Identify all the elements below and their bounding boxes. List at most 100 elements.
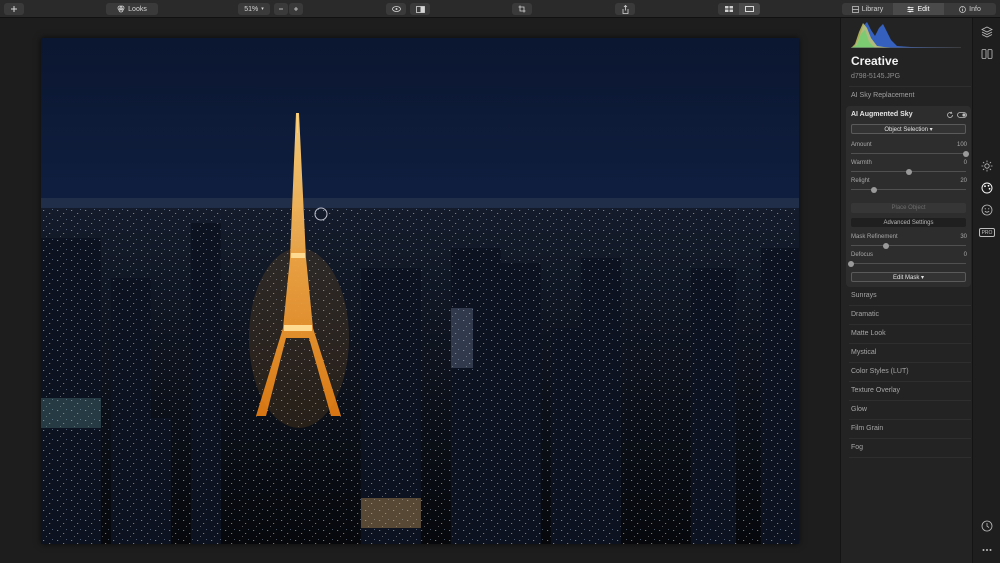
divider bbox=[849, 86, 971, 87]
pro-badge[interactable]: PRO bbox=[979, 228, 995, 237]
amount-slider[interactable] bbox=[851, 150, 969, 157]
tool-sunrays[interactable]: Sunrays bbox=[851, 292, 877, 299]
tab-library[interactable]: Library bbox=[842, 3, 893, 15]
edit-panel: Creative d798-5145.JPG AI Sky Replacemen… bbox=[840, 18, 972, 563]
relight-slider[interactable] bbox=[851, 186, 966, 193]
zoom-dropdown[interactable]: 51% ▾ bbox=[238, 3, 270, 15]
tool-mystical[interactable]: Mystical bbox=[851, 349, 876, 356]
panel-title: Creative bbox=[851, 54, 899, 68]
crop-button[interactable] bbox=[512, 3, 532, 15]
image-canvas[interactable] bbox=[0, 18, 840, 563]
divider bbox=[849, 419, 971, 420]
tool-color-styles-lut[interactable]: Color Styles (LUT) bbox=[851, 368, 909, 375]
pro-label: PRO bbox=[981, 229, 993, 236]
tab-info[interactable]: Info bbox=[944, 3, 996, 15]
object-selection-dropdown[interactable]: Object Selection ▾ bbox=[851, 124, 966, 134]
sliders-icon bbox=[907, 6, 914, 12]
plus-icon bbox=[294, 7, 298, 11]
divider bbox=[849, 457, 971, 458]
palette-icon[interactable] bbox=[981, 182, 993, 194]
tokyo-night-photo bbox=[41, 38, 799, 544]
single-view-button[interactable] bbox=[739, 3, 760, 15]
category-rail: PRO bbox=[972, 18, 1000, 563]
divider bbox=[849, 305, 971, 306]
library-icon bbox=[851, 5, 859, 13]
tool-ai-sky-replacement[interactable]: AI Sky Replacement bbox=[851, 92, 914, 99]
mask-refinement-label: Mask Refinement bbox=[851, 234, 898, 240]
looks-button[interactable]: Looks bbox=[106, 3, 158, 15]
warmth-slider-knob[interactable] bbox=[905, 168, 912, 175]
defocus-label: Defocus bbox=[851, 252, 874, 258]
share-icon bbox=[622, 4, 628, 14]
place-object-button[interactable]: Place Object bbox=[851, 203, 966, 213]
divider bbox=[849, 324, 971, 325]
amount-slider-knob[interactable] bbox=[963, 150, 969, 157]
more-icon[interactable] bbox=[981, 544, 993, 556]
relight-slider-knob[interactable] bbox=[871, 186, 877, 193]
crop-icon bbox=[518, 5, 526, 13]
info-icon bbox=[959, 5, 967, 13]
tool-film-grain[interactable]: Film Grain bbox=[851, 425, 883, 432]
compare-icon[interactable] bbox=[981, 48, 993, 60]
divider bbox=[849, 438, 971, 439]
mask-refinement-slider[interactable] bbox=[851, 242, 966, 249]
defocus-slider-knob[interactable] bbox=[848, 260, 854, 267]
photo-preview[interactable] bbox=[41, 38, 799, 544]
sun-icon[interactable] bbox=[981, 160, 993, 172]
warmth-label: Warmth bbox=[851, 160, 872, 166]
divider bbox=[849, 362, 971, 363]
grid-icon bbox=[724, 6, 733, 12]
relight-value: 20 bbox=[960, 178, 967, 184]
visibility-toggle-icon[interactable] bbox=[957, 111, 967, 119]
zoom-value: 51% bbox=[244, 5, 259, 13]
mask-refinement-value: 30 bbox=[960, 234, 967, 240]
module-tabs: Library Edit Info bbox=[842, 3, 996, 15]
tool-texture-overlay[interactable]: Texture Overlay bbox=[851, 387, 900, 394]
single-image-icon bbox=[745, 6, 754, 12]
history-icon[interactable] bbox=[981, 520, 993, 532]
tab-library-label: Library bbox=[861, 5, 884, 13]
chevron-down-icon: ▾ bbox=[261, 6, 264, 12]
zoom-in-button[interactable] bbox=[289, 3, 303, 15]
split-compare-icon bbox=[415, 5, 425, 13]
tab-edit[interactable]: Edit bbox=[893, 3, 944, 15]
tool-card-title[interactable]: AI Augmented Sky bbox=[851, 111, 913, 118]
edit-mask-dropdown[interactable]: Edit Mask ▾ bbox=[851, 272, 966, 282]
tool-dramatic[interactable]: Dramatic bbox=[851, 311, 879, 318]
zoom-out-button[interactable] bbox=[274, 3, 288, 15]
view-mode-toggle bbox=[718, 3, 760, 15]
defocus-slider[interactable] bbox=[848, 260, 966, 267]
divider bbox=[849, 381, 971, 382]
warmth-slider[interactable] bbox=[851, 168, 966, 175]
compare-button[interactable] bbox=[410, 3, 430, 15]
add-button[interactable] bbox=[4, 3, 24, 15]
advanced-settings-button[interactable]: Advanced Settings bbox=[851, 218, 966, 227]
tool-fog[interactable]: Fog bbox=[851, 444, 863, 451]
looks-label: Looks bbox=[128, 5, 147, 13]
reset-icon[interactable] bbox=[946, 111, 954, 119]
tab-edit-label: Edit bbox=[917, 5, 930, 13]
app-window: Looks 51% ▾ Library Edit Info Creative d… bbox=[0, 0, 1000, 563]
divider bbox=[849, 400, 971, 401]
tool-matte-look[interactable]: Matte Look bbox=[851, 330, 886, 337]
face-icon[interactable] bbox=[981, 204, 993, 216]
minus-icon bbox=[279, 8, 283, 10]
share-button[interactable] bbox=[615, 3, 635, 15]
mask-refinement-slider-knob[interactable] bbox=[882, 242, 889, 249]
amount-label: Amount bbox=[851, 142, 872, 148]
preview-button[interactable] bbox=[386, 3, 406, 15]
defocus-value: 0 bbox=[963, 252, 967, 258]
eye-icon bbox=[391, 6, 401, 12]
plus-icon bbox=[11, 6, 17, 12]
tool-glow[interactable]: Glow bbox=[851, 406, 867, 413]
grid-view-button[interactable] bbox=[718, 3, 739, 15]
relight-label: Relight bbox=[851, 178, 870, 184]
top-toolbar: Looks 51% ▾ Library Edit Info bbox=[0, 0, 1000, 18]
amount-value: 100 bbox=[956, 142, 967, 148]
tab-info-label: Info bbox=[969, 5, 981, 13]
looks-icon bbox=[117, 5, 125, 13]
layers-icon[interactable] bbox=[981, 26, 993, 38]
file-name: d798-5145.JPG bbox=[851, 73, 901, 80]
divider bbox=[849, 343, 971, 344]
tool-card-ai-augmented-sky: AI Augmented Sky Object Selection ▾ Amou… bbox=[846, 106, 971, 287]
